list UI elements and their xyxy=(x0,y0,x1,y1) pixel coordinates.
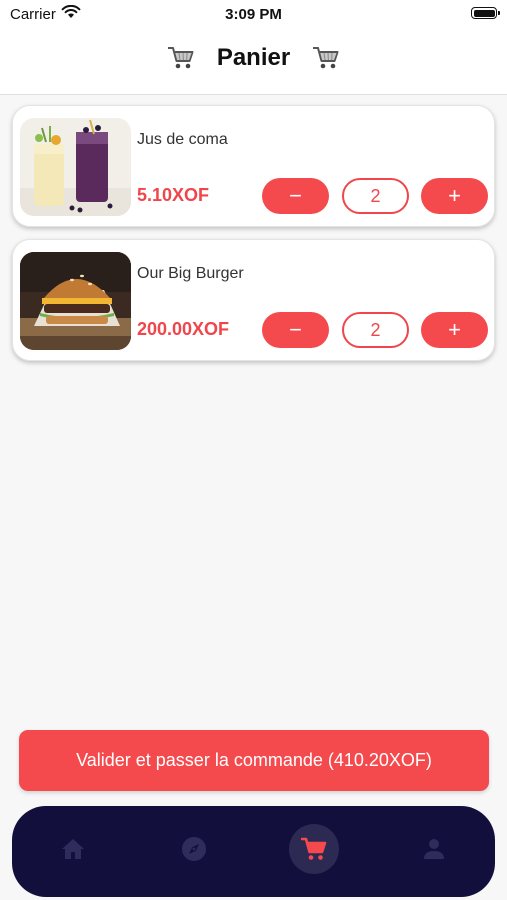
status-bar: Carrier 3:09 PM xyxy=(0,0,507,28)
item-name: Our Big Burger xyxy=(137,265,244,282)
shopping-cart-icon xyxy=(167,47,194,69)
shopping-cart-icon xyxy=(313,47,339,69)
bottom-navigation xyxy=(12,806,495,897)
nav-home[interactable] xyxy=(48,824,98,874)
quantity-value: 2 xyxy=(342,178,409,214)
user-icon xyxy=(424,839,444,859)
item-price: 5.10XOF xyxy=(137,185,210,205)
page-title: Panier xyxy=(216,44,291,71)
quantity-value: 2 xyxy=(342,312,409,348)
header: Panier xyxy=(0,28,507,95)
checkout-button[interactable]: Valider et passer la commande (410.20XOF… xyxy=(19,730,489,791)
status-time: 3:09 PM xyxy=(225,6,282,23)
home-icon xyxy=(62,839,84,859)
item-name: Jus de coma xyxy=(137,131,228,148)
compass-icon xyxy=(182,837,206,861)
battery-icon xyxy=(471,7,500,19)
increase-quantity-button[interactable]: + xyxy=(421,312,488,348)
product-image xyxy=(20,118,131,216)
nav-explore[interactable] xyxy=(169,824,219,874)
item-price: 200.00XOF xyxy=(137,319,230,339)
increase-quantity-button[interactable]: + xyxy=(421,178,488,214)
cart-item-card: Jus de coma 5.10XOF − 2 + xyxy=(12,105,495,227)
nav-profile[interactable] xyxy=(409,824,459,874)
product-image xyxy=(20,252,131,350)
nav-cart[interactable] xyxy=(289,824,339,874)
decrease-quantity-button[interactable]: − xyxy=(262,312,329,348)
cart-item-card: Our Big Burger 200.00XOF − 2 + xyxy=(12,239,495,361)
shopping-cart-icon xyxy=(301,837,327,860)
decrease-quantity-button[interactable]: − xyxy=(262,178,329,214)
